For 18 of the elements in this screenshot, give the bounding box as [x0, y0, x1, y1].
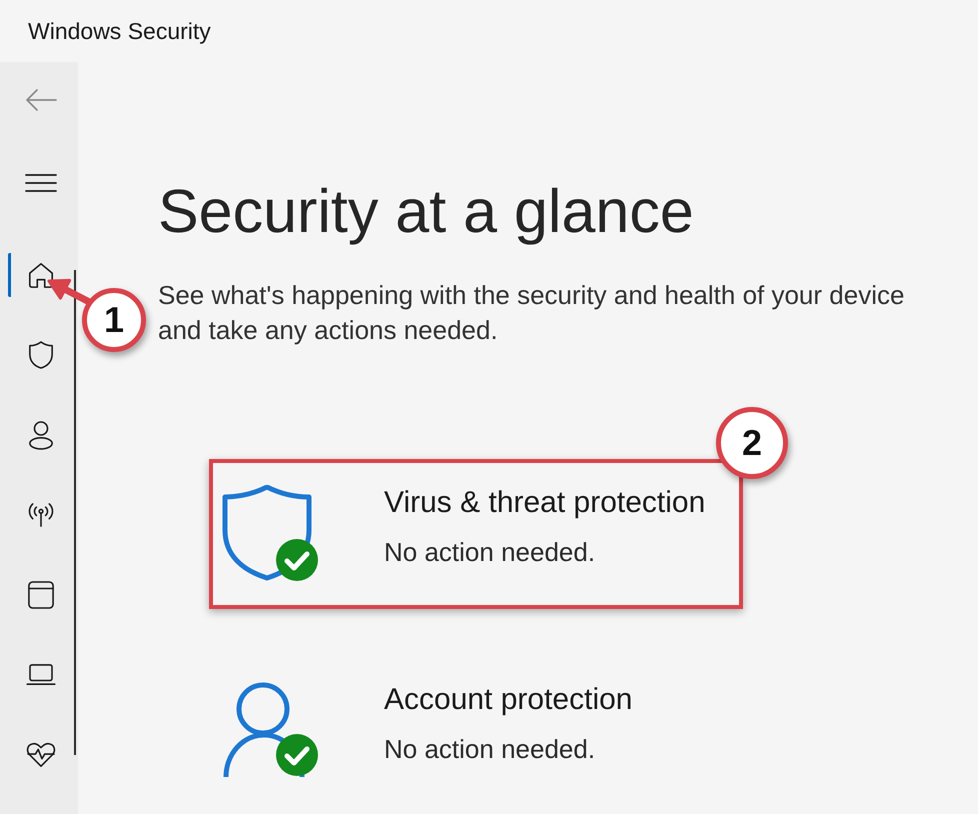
person-icon — [28, 420, 54, 450]
step-callout: 1 — [82, 288, 146, 352]
step-callout: 2 — [716, 407, 788, 479]
home-icon — [26, 261, 54, 289]
shield-icon — [28, 340, 54, 370]
tile-title: Virus & threat protection — [384, 485, 706, 521]
tile-status: No action needed. — [384, 733, 596, 766]
laptop-icon — [26, 664, 56, 686]
page-heading: Security at a glance — [158, 176, 694, 247]
tile-status: No action needed. — [384, 536, 596, 569]
window-title: Windows Security — [28, 17, 211, 45]
page-description: See what's happening with the security and health of your device and take any actions needed. — [158, 279, 906, 347]
antenna-icon — [26, 503, 56, 527]
tile-title: Account protection — [384, 682, 632, 718]
heart-pulse-icon — [26, 742, 56, 768]
menu-icon — [24, 174, 56, 192]
arrow-left-icon — [24, 88, 56, 112]
window-icon — [28, 581, 54, 609]
